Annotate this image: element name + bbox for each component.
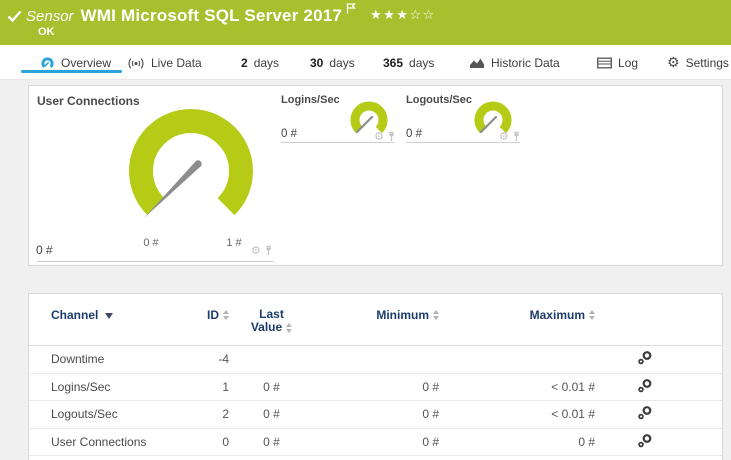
main-gauge-divider [37, 261, 274, 262]
tab-log[interactable]: Log [597, 54, 638, 72]
logouts-gauge-actions: ⚙ [499, 131, 521, 142]
channel-last-value: 0 # [263, 434, 280, 449]
logins-gauge-value: 0 # [281, 128, 297, 140]
logins-gauge-title: Logins/Sec [281, 94, 340, 106]
tab-365-days[interactable]: 365 days [383, 54, 434, 72]
channel-name: User Connections [51, 434, 147, 449]
pin-icon[interactable] [264, 245, 273, 256]
gauge-settings-gear-icon[interactable]: ⚙ [374, 131, 384, 142]
log-icon [597, 57, 612, 69]
maximum-header-label: Maximum [529, 308, 585, 322]
rating-stars[interactable]: ★★★☆☆ [370, 8, 436, 23]
table-row-logouts: Logouts/Sec 2 0 # 0 # < 0.01 # [29, 401, 722, 429]
channel-minimum: 0 # [422, 434, 439, 449]
id-header-label: ID [207, 308, 219, 322]
channel-settings-icon[interactable] [637, 378, 653, 393]
main-gauge-value: 0 # [36, 243, 53, 257]
stars-empty: ☆☆ [409, 8, 436, 23]
channel-id: -4 [218, 352, 229, 367]
user-connections-gauge[interactable] [106, 96, 276, 234]
channel-settings-icon[interactable] [637, 405, 653, 420]
tab-30-days[interactable]: 30 days [310, 54, 355, 72]
last-value-header-line2: Value [250, 320, 283, 335]
tab-2-days[interactable]: 2 days [241, 54, 279, 72]
logins-gauge-divider [281, 142, 394, 143]
tab-historic-data[interactable]: Historic Data [469, 54, 560, 72]
gear-icon: ⚙ [667, 55, 680, 71]
main-gauge-actions: ⚙ [251, 245, 273, 256]
sort-icon [223, 310, 229, 320]
sensor-kind-label: Sensor [26, 8, 74, 25]
sort-desc-icon [105, 313, 114, 319]
gauge-settings-gear-icon[interactable]: ⚙ [499, 131, 509, 142]
channel-name: Logouts/Sec [51, 407, 118, 422]
channel-id: 0 [222, 434, 229, 449]
channel-id: 1 [222, 379, 229, 394]
overview-gauge-icon [41, 56, 54, 70]
sensor-name: WMI Microsoft SQL Server 2017 [80, 6, 343, 25]
minimum-header-label: Minimum [376, 308, 429, 322]
channel-maximum: 0 # [578, 434, 595, 449]
channel-minimum: 0 # [422, 379, 439, 394]
channels-table-header: Channel ID Last Value Minimum Maximum [29, 294, 722, 346]
channel-last-value: 0 # [263, 407, 280, 422]
tab-2-days-label: days [253, 56, 280, 70]
table-row-logins: Logins/Sec 1 0 # 0 # < 0.01 # [29, 374, 722, 401]
logouts-gauge-divider [406, 142, 520, 143]
gauge-settings-gear-icon[interactable]: ⚙ [251, 245, 261, 256]
column-header-channel[interactable]: Channel [51, 308, 181, 322]
channel-name: Downtime [51, 352, 105, 367]
tab-bar: Overview Live Data 2 days 30 days 365 da… [0, 45, 731, 80]
logouts-gauge-value: 0 # [406, 128, 422, 140]
table-row-downtime: Downtime -4 [29, 346, 722, 374]
gauges-panel: User Connections 0 # 1 # 0 # ⚙ Logins/Se… [28, 85, 723, 266]
sort-icon [589, 310, 595, 320]
channels-table-panel: Channel ID Last Value Minimum Maximum Do… [28, 293, 723, 460]
tab-overview-label: Overview [61, 56, 112, 70]
logins-gauge-actions: ⚙ [374, 131, 396, 142]
main-gauge-scale-min: 0 # [143, 237, 159, 249]
status-badge: OK [38, 26, 55, 38]
channel-settings-icon[interactable] [637, 350, 653, 365]
channel-minimum: 0 # [422, 407, 439, 422]
column-header-maximum[interactable]: Maximum [439, 308, 595, 322]
tab-30-days-number: 30 [310, 56, 324, 70]
tab-log-label: Log [618, 56, 639, 70]
main-gauge-scale-max: 1 # [226, 237, 242, 249]
logouts-gauge-title: Logouts/Sec [406, 94, 473, 106]
tab-settings[interactable]: ⚙ Settings [667, 54, 729, 72]
tab-live-data-label: Live Data [151, 56, 202, 70]
pin-icon[interactable] [512, 131, 521, 142]
channel-id: 2 [222, 407, 229, 422]
area-chart-icon [470, 58, 484, 68]
tab-365-days-number: 365 [383, 56, 404, 70]
channel-name: Logins/Sec [51, 379, 111, 394]
channel-header-label: Channel [51, 308, 99, 322]
sort-icon [286, 322, 293, 333]
channel-last-value: 0 # [263, 379, 280, 394]
pin-icon[interactable] [387, 131, 396, 142]
status-ok-check-icon [7, 10, 22, 23]
tab-historic-data-label: Historic Data [491, 56, 560, 70]
table-row-user-connections: User Connections 0 0 # 0 # 0 # [29, 429, 722, 456]
tab-30-days-label: days [329, 56, 355, 70]
tab-365-days-label: days [409, 56, 435, 70]
channel-maximum: < 0.01 # [551, 407, 595, 422]
column-header-last-value[interactable]: Last Value [250, 307, 293, 335]
sensor-titlebar: Sensor WMI Microsoft SQL Server 2017 ★★★… [0, 0, 731, 45]
column-header-id[interactable]: ID [181, 308, 229, 322]
column-header-minimum[interactable]: Minimum [314, 308, 439, 322]
stars-filled: ★★★ [370, 8, 410, 23]
channel-maximum: < 0.01 # [551, 379, 595, 394]
broadcast-icon [128, 57, 144, 69]
channel-settings-icon[interactable] [637, 433, 653, 448]
tab-2-days-number: 2 [241, 56, 248, 70]
active-tab-underline [21, 70, 122, 73]
flag-icon[interactable] [346, 3, 357, 14]
tab-live-data[interactable]: Live Data [127, 54, 202, 72]
tab-settings-label: Settings [685, 56, 729, 70]
